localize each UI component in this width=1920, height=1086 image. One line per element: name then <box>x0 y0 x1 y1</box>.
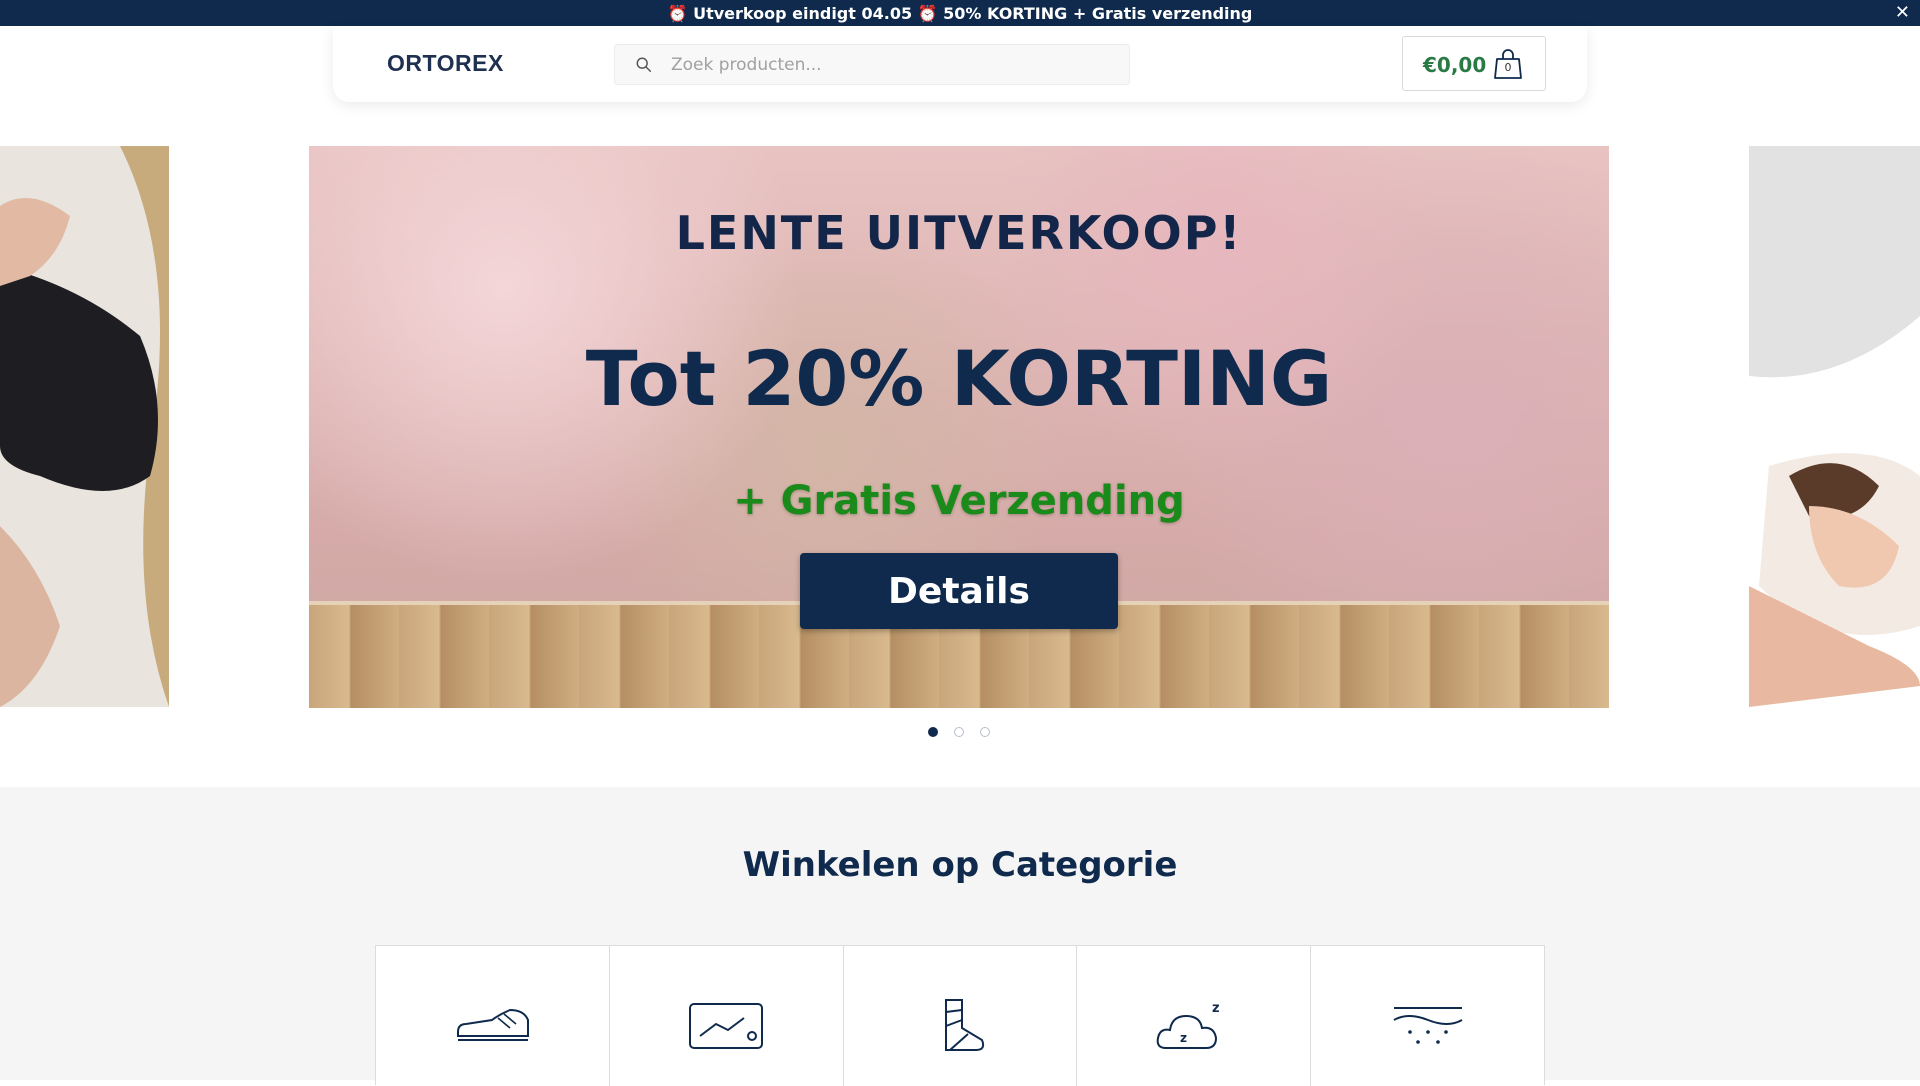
cart-button[interactable]: €0,00 0 <box>1402 36 1546 91</box>
category-socks[interactable] <box>843 946 1078 1086</box>
search-icon <box>636 57 652 73</box>
carousel-dot-3[interactable] <box>980 727 990 737</box>
foam-mattress-icon <box>1393 1007 1463 1044</box>
hero-slide: LENTE UITVERKOOP! Tot 20% KORTING + Grat… <box>309 146 1609 708</box>
category-grid: z z <box>375 945 1545 1086</box>
sleep-mask-image <box>0 146 169 707</box>
svg-text:z: z <box>1180 1031 1187 1045</box>
categories-section: Winkelen op Categorie z z <box>0 787 1920 1086</box>
logo[interactable]: ORTOREX <box>387 50 504 77</box>
details-button[interactable]: Details <box>800 553 1118 629</box>
hero-shipping: + Gratis Verzending <box>733 478 1185 524</box>
category-sleep[interactable]: z z <box>1077 946 1312 1086</box>
hero-title: LENTE UITVERKOOP! <box>675 206 1243 260</box>
insole-icon <box>689 1003 764 1049</box>
category-shoes[interactable] <box>376 946 610 1086</box>
sock-icon <box>944 999 985 1051</box>
category-insoles[interactable] <box>609 946 844 1086</box>
search-box <box>614 44 1130 85</box>
search-input[interactable] <box>671 45 1111 84</box>
shoe-icon <box>457 1008 530 1041</box>
carousel-next-slide[interactable] <box>1749 146 1920 707</box>
carousel-dot-2[interactable] <box>954 727 964 737</box>
site-header: ORTOREX €0,00 0 <box>333 26 1587 102</box>
hero-discount: Tot 20% KORTING <box>585 334 1333 423</box>
carousel-dots <box>928 727 992 739</box>
announcement-text: ⏰ Utverkoop eindigt 04.05 ⏰ 50% KORTING … <box>667 3 1253 23</box>
carousel-prev-slide[interactable] <box>0 146 169 707</box>
category-mattress-toppers[interactable] <box>1311 946 1544 1086</box>
close-icon[interactable]: ✕ <box>1895 2 1910 23</box>
sleep-cloud-icon: z z <box>1156 1001 1220 1049</box>
pillow-image <box>1749 146 1920 707</box>
svg-text:z: z <box>1212 1001 1220 1016</box>
carousel-dot-1[interactable] <box>928 727 938 737</box>
announcement-bar: ⏰ Utverkoop eindigt 04.05 ⏰ 50% KORTING … <box>0 0 1920 26</box>
cart-count: 0 <box>1504 61 1512 74</box>
cart-amount: €0,00 <box>1423 53 1487 77</box>
categories-title: Winkelen op Categorie <box>742 845 1178 885</box>
